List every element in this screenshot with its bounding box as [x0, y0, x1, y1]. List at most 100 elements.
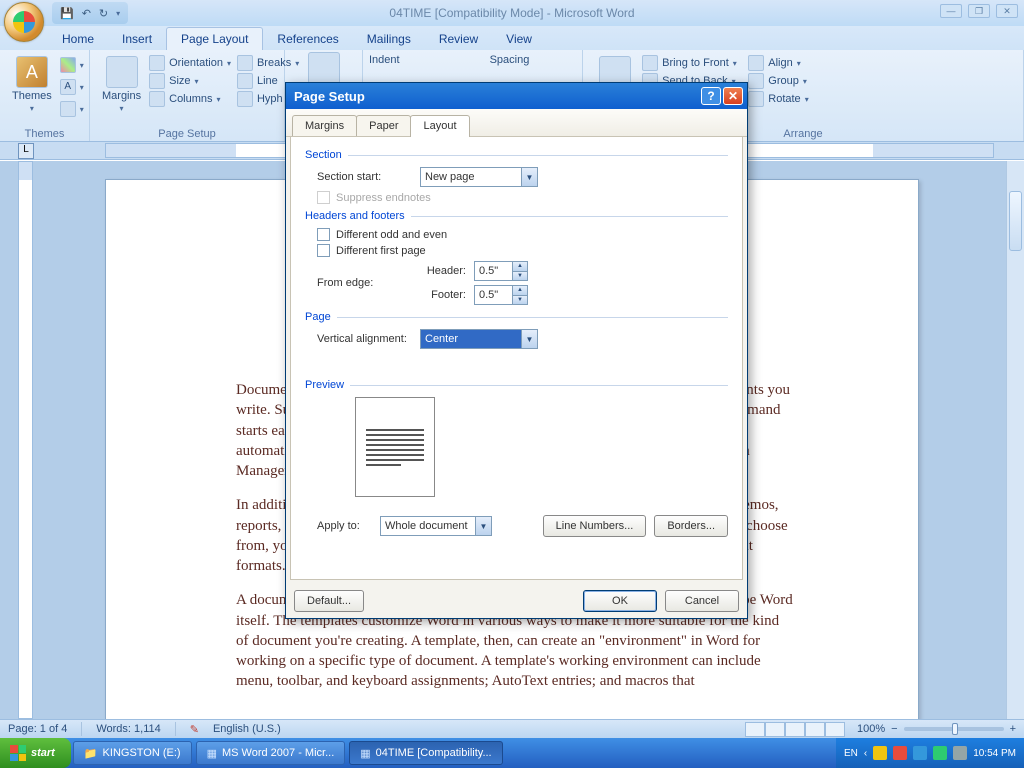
- vertical-ruler[interactable]: [18, 161, 33, 719]
- zoom-slider[interactable]: [904, 727, 1004, 731]
- tray-icon[interactable]: [893, 746, 907, 760]
- qat-dropdown-icon[interactable]: ▾: [116, 9, 120, 18]
- vertical-alignment-select[interactable]: Center▼: [420, 329, 538, 349]
- default-button[interactable]: Default...: [294, 590, 364, 612]
- maximize-button[interactable]: ❐: [968, 4, 990, 18]
- tab-mailings[interactable]: Mailings: [353, 28, 425, 50]
- cancel-button[interactable]: Cancel: [665, 590, 739, 612]
- redo-icon[interactable]: ↻: [99, 7, 108, 20]
- headers-footers-label: Headers and footers: [305, 210, 405, 222]
- undo-icon[interactable]: ↶: [82, 7, 91, 20]
- apply-to-label: Apply to:: [317, 520, 372, 532]
- dialog-help-button[interactable]: ?: [701, 87, 721, 105]
- chevron-down-icon: ▼: [521, 168, 537, 186]
- vertical-scrollbar[interactable]: [1006, 161, 1024, 719]
- section-start-select[interactable]: New page▼: [420, 167, 538, 187]
- dialog-tab-paper[interactable]: Paper: [356, 115, 411, 136]
- theme-colors-button[interactable]: ▾: [58, 56, 86, 74]
- footer-label: Footer:: [420, 289, 466, 301]
- group-button[interactable]: Group ▾: [746, 72, 810, 90]
- vertical-alignment-label: Vertical alignment:: [317, 333, 412, 345]
- tab-selector[interactable]: L: [18, 143, 34, 159]
- zoom-level[interactable]: 100%: [857, 723, 885, 735]
- status-language[interactable]: English (U.S.): [213, 723, 281, 735]
- dialog-tabs: Margins Paper Layout: [286, 109, 747, 137]
- folder-icon: 📁: [84, 747, 98, 760]
- columns-button[interactable]: Columns ▾: [147, 90, 233, 108]
- spinner-up-icon[interactable]: ▲: [512, 286, 527, 296]
- orientation-button[interactable]: Orientation ▾: [147, 54, 233, 72]
- preview-label: Preview: [305, 379, 344, 391]
- ribbon-tabs: Home Insert Page Layout References Maili…: [0, 26, 1024, 50]
- apply-to-select[interactable]: Whole document▼: [380, 516, 492, 536]
- tab-view[interactable]: View: [492, 28, 546, 50]
- align-button[interactable]: Align ▾: [746, 54, 810, 72]
- word-icon: ▦: [360, 747, 370, 760]
- section-label: Section: [305, 149, 342, 161]
- tab-insert[interactable]: Insert: [108, 28, 166, 50]
- view-buttons[interactable]: [745, 722, 845, 737]
- zoom-in-button[interactable]: +: [1010, 723, 1016, 735]
- margins-button[interactable]: Margins▾: [96, 52, 147, 117]
- rotate-button[interactable]: Rotate ▾: [746, 90, 810, 108]
- tray-icon[interactable]: [933, 746, 947, 760]
- scrollbar-thumb[interactable]: [1009, 191, 1022, 251]
- dialog-titlebar[interactable]: Page Setup ? ✕: [286, 83, 747, 109]
- spinner-down-icon[interactable]: ▼: [512, 272, 527, 281]
- proofing-icon[interactable]: ✎: [190, 723, 199, 736]
- chevron-down-icon: ▼: [475, 517, 491, 535]
- different-first-page-checkbox[interactable]: Different first page: [317, 244, 728, 257]
- tray-volume-icon[interactable]: [953, 746, 967, 760]
- start-button[interactable]: start: [0, 738, 71, 768]
- dialog-tab-layout[interactable]: Layout: [410, 115, 469, 137]
- indent-label: Indent: [369, 54, 400, 66]
- tray-clock[interactable]: 10:54 PM: [973, 748, 1016, 759]
- section-start-label: Section start:: [317, 171, 412, 183]
- status-page[interactable]: Page: 1 of 4: [8, 723, 67, 735]
- dialog-footer: Default... OK Cancel: [294, 590, 739, 612]
- office-button[interactable]: [4, 2, 44, 42]
- bring-to-front-button[interactable]: Bring to Front ▾: [640, 54, 742, 72]
- system-tray[interactable]: EN ‹ 10:54 PM: [836, 738, 1024, 768]
- spinner-down-icon[interactable]: ▼: [512, 296, 527, 305]
- ok-button[interactable]: OK: [583, 590, 657, 612]
- spinner-up-icon[interactable]: ▲: [512, 262, 527, 272]
- footer-distance-input[interactable]: 0.5"▲▼: [474, 285, 528, 305]
- tray-expand-icon[interactable]: ‹: [864, 748, 867, 759]
- page-label: Page: [305, 311, 331, 323]
- taskbar: start 📁KINGSTON (E:) ▦MS Word 2007 - Mic…: [0, 738, 1024, 768]
- tray-language[interactable]: EN: [844, 748, 858, 759]
- word-icon: ▦: [207, 747, 217, 760]
- quick-access-toolbar: 💾 ↶ ↻ ▾: [52, 2, 128, 24]
- borders-button[interactable]: Borders...: [654, 515, 728, 537]
- chevron-down-icon: ▼: [521, 330, 537, 348]
- line-numbers-button[interactable]: Line Numbers...: [543, 515, 647, 537]
- spacing-label: Spacing: [490, 54, 530, 66]
- dialog-title: Page Setup: [294, 89, 365, 104]
- taskbar-item-word2[interactable]: ▦04TIME [Compatibility...: [349, 741, 502, 765]
- different-odd-even-checkbox[interactable]: Different odd and even: [317, 228, 728, 241]
- theme-effects-button[interactable]: ▾: [58, 100, 86, 118]
- dialog-body: Section Section start: New page▼ Suppres…: [290, 137, 743, 580]
- close-window-button[interactable]: ✕: [996, 4, 1018, 18]
- taskbar-item-explorer[interactable]: 📁KINGSTON (E:): [73, 741, 192, 765]
- save-icon[interactable]: 💾: [60, 7, 74, 20]
- header-label: Header:: [420, 265, 466, 277]
- status-words[interactable]: Words: 1,114: [96, 723, 160, 735]
- size-button[interactable]: Size ▾: [147, 72, 233, 90]
- tab-references[interactable]: References: [263, 28, 352, 50]
- dialog-tab-margins[interactable]: Margins: [292, 115, 357, 136]
- tab-home[interactable]: Home: [48, 28, 108, 50]
- tray-icon[interactable]: [913, 746, 927, 760]
- group-themes-label: Themes: [0, 128, 89, 140]
- tray-icon[interactable]: [873, 746, 887, 760]
- theme-fonts-button[interactable]: A▾: [58, 78, 86, 96]
- taskbar-item-word1[interactable]: ▦MS Word 2007 - Micr...: [196, 741, 346, 765]
- tab-page-layout[interactable]: Page Layout: [166, 27, 263, 50]
- minimize-button[interactable]: —: [940, 4, 962, 18]
- zoom-out-button[interactable]: −: [891, 723, 897, 735]
- tab-review[interactable]: Review: [425, 28, 492, 50]
- themes-button[interactable]: AThemes▾: [6, 52, 58, 118]
- dialog-close-button[interactable]: ✕: [723, 87, 743, 105]
- header-distance-input[interactable]: 0.5"▲▼: [474, 261, 528, 281]
